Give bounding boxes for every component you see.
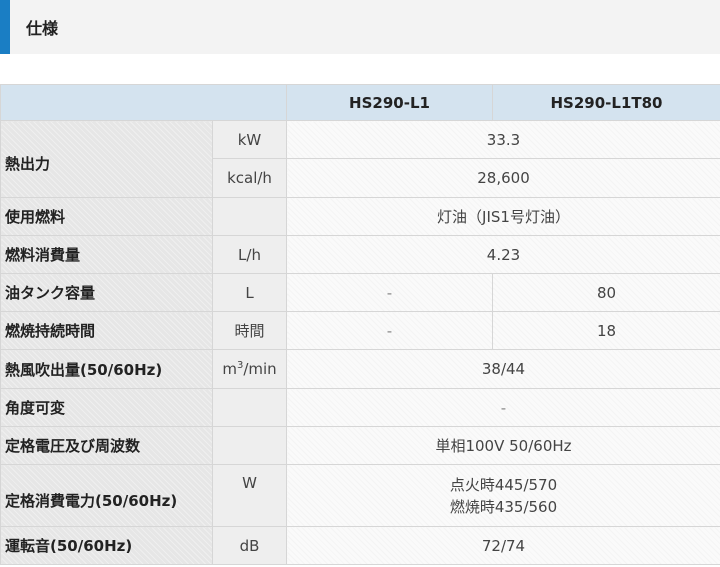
unit-kcal: kcal/h <box>212 158 287 198</box>
item-airflow: 熱風吹出量(50/60Hz) <box>0 349 213 389</box>
table-row: 定格電圧及び周波数 単相100V 50/60Hz <box>0 426 720 465</box>
table-row: 運転音(50/60Hz) dB 72/74 <box>0 526 720 565</box>
item-fuel: 使用燃料 <box>0 197 213 236</box>
value-noise: 72/74 <box>286 526 720 565</box>
unit-burn-time: 時間 <box>212 311 287 350</box>
value-burn-time-l1: - <box>286 311 493 350</box>
model-header-hs290-l1: HS290-L1 <box>286 84 493 121</box>
value-voltage: 単相100V 50/60Hz <box>286 426 720 465</box>
value-angle: - <box>286 388 720 427</box>
value-fuel: 灯油（JIS1号灯油） <box>286 197 720 236</box>
value-tank-capacity-l1t80: 80 <box>492 273 720 312</box>
value-fuel-consumption: 4.23 <box>286 235 720 274</box>
header-blank-cell <box>0 84 287 121</box>
item-tank-capacity: 油タンク容量 <box>0 273 213 312</box>
value-power-ignition: 点火時445/570 <box>449 475 558 494</box>
value-burn-time-l1t80: 18 <box>492 311 720 350</box>
item-angle: 角度可変 <box>0 388 213 427</box>
unit-tank-capacity: L <box>212 273 287 312</box>
unit-voltage <box>212 426 287 465</box>
item-heat-output: 熱出力 <box>0 120 213 198</box>
table-row: 熱出力 kW 33.3 <box>0 120 720 198</box>
item-noise: 運転音(50/60Hz) <box>0 526 213 565</box>
value-power-burning: 燃焼時435/560 <box>449 497 558 516</box>
unit-angle <box>212 388 287 427</box>
item-fuel-consumption: 燃料消費量 <box>0 235 213 274</box>
unit-power: W <box>212 464 287 527</box>
value-heat-output-kw: 33.3 <box>286 120 720 159</box>
table-row: 燃料消費量 L/h 4.23 <box>0 235 720 274</box>
unit-noise: dB <box>212 526 287 565</box>
item-power: 定格消費電力(50/60Hz) <box>0 464 213 527</box>
model-header-hs290-l1t80: HS290-L1T80 <box>492 84 720 121</box>
section-header: 仕様 <box>0 0 720 54</box>
table-row: 燃焼持続時間 時間 - 18 <box>0 311 720 350</box>
section-title: 仕様 <box>26 19 59 38</box>
item-burn-time: 燃焼持続時間 <box>0 311 213 350</box>
unit-fuel-consumption: L/h <box>212 235 287 274</box>
unit-fuel <box>212 197 287 236</box>
value-heat-output-kcal: 28,600 <box>286 158 720 198</box>
value-tank-capacity-l1: - <box>286 273 493 312</box>
table-row: 熱風吹出量(50/60Hz) m3/min 38/44 <box>0 349 720 389</box>
unit-airflow: m3/min <box>212 349 287 389</box>
spec-table: HS290-L1 HS290-L1T80 熱出力 kW 33.3 kcal/h … <box>0 84 720 565</box>
item-voltage: 定格電圧及び周波数 <box>0 426 213 465</box>
table-header-row: HS290-L1 HS290-L1T80 <box>0 84 720 121</box>
value-power: 点火時445/570 燃焼時435/560 <box>286 464 720 527</box>
table-row: 定格消費電力(50/60Hz) W 点火時445/570 燃焼時435/560 <box>0 464 720 527</box>
unit-kw: kW <box>212 120 287 159</box>
value-airflow: 38/44 <box>286 349 720 389</box>
table-row: 角度可変 - <box>0 388 720 427</box>
table-row: 使用燃料 灯油（JIS1号灯油） <box>0 197 720 236</box>
table-row: 油タンク容量 L - 80 <box>0 273 720 312</box>
